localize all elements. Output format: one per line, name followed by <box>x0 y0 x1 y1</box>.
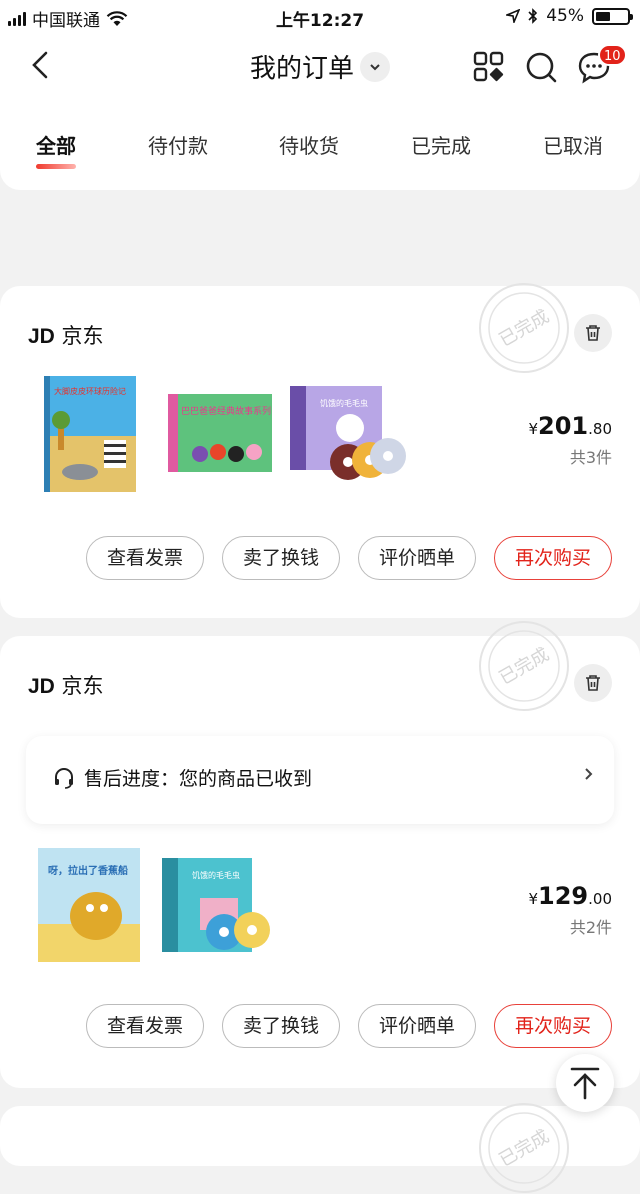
svg-text:巴巴爸爸经典故事系列: 巴巴爸爸经典故事系列 <box>181 405 271 417</box>
tab-all[interactable]: 全部 <box>36 130 76 159</box>
battery-percent: 45% <box>546 6 584 26</box>
resell-button[interactable]: 卖了换钱 <box>222 536 340 580</box>
svg-text:大脚皮皮环球历险记: 大脚皮皮环球历险记 <box>54 386 126 396</box>
order-card: 已完成 <box>0 1103 640 1193</box>
aftersale-progress-bar[interactable]: 售后进度：您的商品已收到 <box>26 736 614 824</box>
bluetooth-icon <box>528 8 538 24</box>
resell-button[interactable]: 卖了换钱 <box>222 186 340 230</box>
item-count: 共3件 <box>569 448 612 467</box>
svg-text:呀，拉出了香蕉船: 呀，拉出了香蕉船 <box>48 864 128 877</box>
search-icon[interactable] <box>524 50 558 84</box>
delete-order-button[interactable] <box>574 664 612 702</box>
battery-icon <box>592 7 633 25</box>
aftersale-status: 售后进度：您的商品已收到 <box>84 768 313 790</box>
tab-pending-receipt[interactable]: 待收货 <box>279 130 339 159</box>
svg-text:饥饿的毛毛虫: 饥饿的毛毛虫 <box>320 398 368 408</box>
trash-icon <box>586 325 600 341</box>
jd-logo: JD <box>28 325 55 348</box>
shop-name[interactable]: JD 京东 <box>28 320 104 350</box>
svg-text:已完成: 已完成 <box>496 1126 553 1171</box>
tab-pending-payment[interactable]: 待付款 <box>148 130 208 159</box>
buy-again-button[interactable]: 再次购买 <box>494 186 612 230</box>
review-button[interactable]: 评价晒单 <box>358 1004 476 1048</box>
order-tabs: 全部 待付款 待收货 已完成 已取消 <box>0 130 640 170</box>
view-invoice-button[interactable]: 查看发票 <box>86 186 204 230</box>
arrow-up-icon <box>570 1067 600 1100</box>
grid-menu-icon[interactable] <box>472 50 506 84</box>
tab-cancelled[interactable]: 已取消 <box>543 130 603 159</box>
item-count: 共2件 <box>569 918 612 937</box>
order-card: JD 京东 已完成 大脚皮皮环球历险记 巴巴爸爸经典故事系列 饥饿的毛毛虫 ¥2… <box>0 283 640 618</box>
product-image[interactable]: 大脚皮皮环球历险记 <box>42 372 142 496</box>
status-bar: 中国联通 上午12:27 45% <box>0 0 640 34</box>
completed-stamp: 已完成 <box>479 621 569 711</box>
product-image[interactable]: 呀，拉出了香蕉船 <box>36 844 144 966</box>
headset-icon <box>55 768 73 789</box>
completed-stamp: 已完成 <box>479 1103 569 1193</box>
page-header: 我的订单 10 全部 待付款 待收货 已完成 已取消 <box>0 34 640 190</box>
location-icon <box>506 9 521 23</box>
view-invoice-button[interactable]: 查看发票 <box>86 1004 204 1048</box>
review-button[interactable]: 评价晒单 <box>358 186 476 230</box>
order-card: JD 京东 已完成 售后进度：您的商品已收到 呀，拉出了香蕉船 饥饿的毛毛虫 ¥… <box>0 621 640 1088</box>
review-button[interactable]: 评价晒单 <box>358 536 476 580</box>
chevron-down-icon <box>360 51 390 82</box>
view-invoice-button[interactable]: 查看发票 <box>86 536 204 580</box>
jd-logo: JD <box>28 675 55 698</box>
buy-again-button[interactable]: 再次购买 <box>494 1004 612 1048</box>
product-image[interactable]: 饥饿的毛毛虫 <box>160 852 280 962</box>
product-image[interactable]: 饥饿的毛毛虫 <box>288 382 412 492</box>
message-badge: 10 <box>598 44 627 66</box>
completed-stamp: 已完成 <box>479 283 569 373</box>
order-total: ¥129.00 <box>528 882 612 910</box>
svg-text:已完成: 已完成 <box>496 306 553 351</box>
svg-text:饥饿的毛毛虫: 饥饿的毛毛虫 <box>192 870 240 880</box>
shop-name[interactable]: JD 京东 <box>28 670 104 700</box>
page-title: 我的订单 <box>249 54 354 84</box>
back-to-top-button[interactable] <box>556 1054 614 1112</box>
order-total: ¥201.80 <box>528 412 612 440</box>
chevron-right-icon <box>585 768 593 780</box>
delete-order-button[interactable] <box>574 314 612 352</box>
buy-again-button[interactable]: 再次购买 <box>494 536 612 580</box>
svg-text:已完成: 已完成 <box>496 644 553 689</box>
trash-icon <box>586 675 600 691</box>
product-image[interactable]: 巴巴爸爸经典故事系列 <box>166 392 276 474</box>
active-tab-indicator <box>36 164 76 169</box>
tab-completed[interactable]: 已完成 <box>411 130 471 159</box>
resell-button[interactable]: 卖了换钱 <box>222 1004 340 1048</box>
